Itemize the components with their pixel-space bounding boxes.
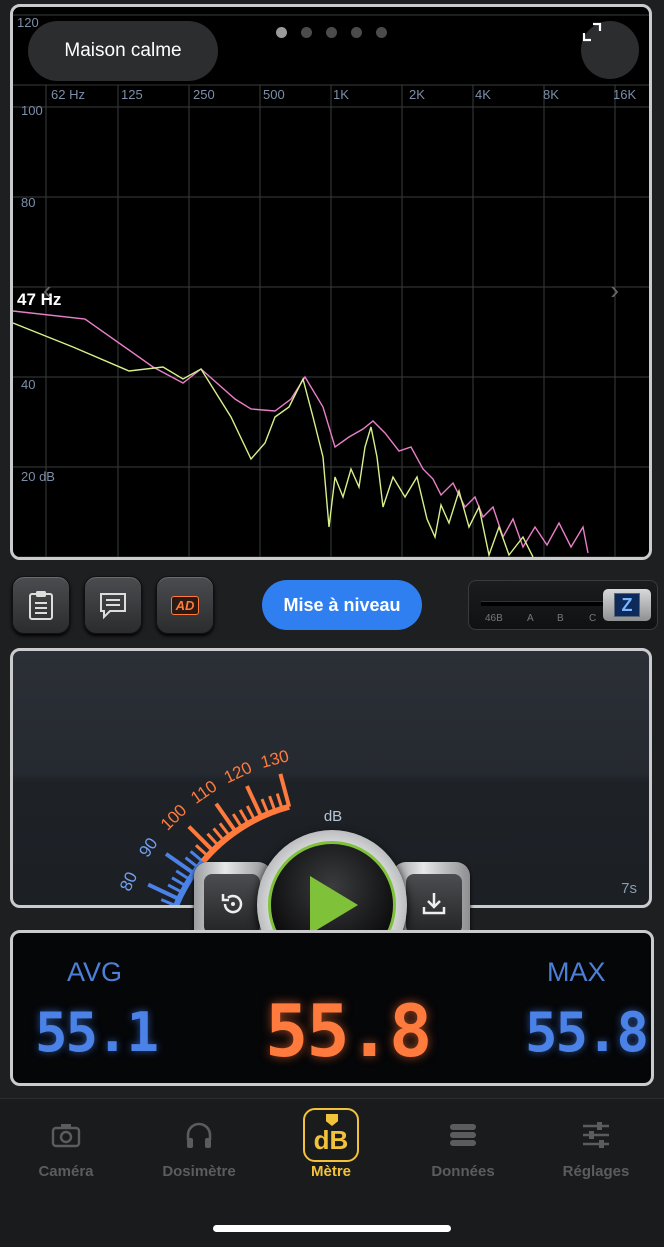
freq-tick-label: 62 Hz (51, 87, 85, 102)
meter-tick (164, 852, 195, 875)
meter-scale-label: 110 (187, 777, 220, 808)
upgrade-label: Mise à niveau (283, 594, 401, 615)
spectrum-curve-pink (13, 310, 589, 554)
ad-label: AD (175, 597, 195, 613)
download-icon (422, 893, 446, 915)
tab-settings[interactable]: Réglages (541, 1107, 651, 1180)
freq-tick-label: 1K (333, 87, 349, 102)
comment-button[interactable] (84, 576, 142, 634)
weighting-switch[interactable]: 46B A B C Z (468, 580, 658, 630)
current-value: 55.8 (265, 989, 432, 1073)
freq-tick-label: 16K (613, 87, 636, 102)
db-tick-label: 100 (21, 103, 43, 118)
readout-panel: AVG 55.1 55.8 MAX 55.8 (10, 930, 654, 1086)
db-tick-label: 20 dB (21, 469, 55, 484)
page-indicator (276, 27, 387, 38)
tab-label: Dosimètre (162, 1163, 236, 1180)
meter-tick (278, 773, 292, 808)
tab-label: Réglages (562, 1163, 630, 1180)
weighting-option: C (589, 613, 597, 624)
meter-scale-label: 80 (116, 869, 141, 894)
meter-scale-label: 120 (221, 758, 255, 787)
clipboard-icon (29, 591, 53, 620)
freq-tick-label: 125 (121, 87, 143, 102)
ad-badge: AD (170, 595, 200, 615)
avg-value: 55.1 (35, 1001, 159, 1064)
db-glyph: dB (313, 1125, 349, 1155)
reset-button-face (204, 874, 260, 934)
freq-tick-label: 2K (409, 87, 425, 102)
tab-camera[interactable]: Caméra (11, 1107, 121, 1180)
meter-scale-label: 90 (135, 834, 161, 860)
db-tick-label: 40 (21, 377, 35, 392)
weighting-knob[interactable]: Z (603, 589, 651, 621)
tab-label: Caméra (38, 1163, 94, 1180)
weighting-option: B (557, 613, 564, 624)
db-meter-icon: dB (303, 1108, 359, 1162)
chevron-right-icon[interactable]: › (610, 275, 619, 306)
cursor-frequency-label: 47 Hz (17, 290, 62, 309)
camera-icon (51, 1124, 81, 1148)
upgrade-button[interactable]: Mise à niveau (262, 580, 422, 630)
meter-scale-label: 130 (259, 746, 291, 772)
avg-label: AVG (67, 957, 123, 987)
freq-tick-label: 500 (263, 87, 285, 102)
tab-label: Mètre (310, 1163, 351, 1180)
max-label: MAX (547, 957, 606, 987)
db-tick-label: 80 (21, 195, 35, 210)
tab-data[interactable]: Données (408, 1107, 518, 1180)
time-window-label: 7s (621, 880, 637, 897)
tab-bar: Caméra Dosimètre dB Mètre Données Réglag… (0, 1098, 664, 1247)
tab-dosimeter[interactable]: Dosimètre (144, 1107, 254, 1180)
expand-icon (582, 22, 602, 42)
freq-tick-label: 4K (475, 87, 491, 102)
meter-unit: dB (324, 808, 342, 825)
page-dot (326, 27, 337, 38)
tab-meter[interactable]: dB Mètre (276, 1107, 386, 1180)
weighting-selected: Z (614, 593, 640, 617)
save-button-face (406, 874, 462, 934)
preset-label: Maison calme (64, 40, 182, 61)
page-dot (351, 27, 362, 38)
play-icon (310, 876, 358, 934)
tab-label: Données (431, 1163, 495, 1180)
meter-tick (187, 825, 215, 853)
preset-button[interactable]: Maison calme (28, 21, 218, 81)
page-dot (376, 27, 387, 38)
comment-icon (100, 593, 126, 620)
weighting-option: A (527, 613, 534, 624)
meter-scale-label: 100 (157, 801, 191, 834)
weighting-option: 46B (485, 613, 503, 624)
meter-tick (214, 802, 238, 833)
db-tick-label: 120 (17, 15, 39, 30)
page-dot (301, 27, 312, 38)
page-dot (276, 27, 287, 38)
report-button[interactable] (12, 576, 70, 634)
reset-icon (221, 894, 243, 914)
freq-tick-label: 250 (193, 87, 215, 102)
max-value: 55.8 (525, 1001, 649, 1064)
chevron-left-icon[interactable]: ‹ (43, 275, 52, 306)
spectrum-curve-yellow (13, 322, 534, 557)
freq-tick-label: 8K (543, 87, 559, 102)
headphones-icon (186, 1122, 212, 1148)
ad-button[interactable]: AD (156, 576, 214, 634)
spectrum-panel[interactable]: 62 Hz 125 250 500 1K 2K 4K 8K 16K 120 100 80 40 20 d… (10, 4, 652, 560)
expand-button[interactable] (581, 21, 639, 79)
sliders-icon (583, 1122, 609, 1148)
database-icon (450, 1124, 476, 1146)
weighting-track (481, 601, 611, 606)
spectrum-graph: 62 Hz 125 250 500 1K 2K 4K 8K 16K 120 100 80 40 20 d… (13, 14, 649, 557)
home-indicator (213, 1225, 451, 1232)
